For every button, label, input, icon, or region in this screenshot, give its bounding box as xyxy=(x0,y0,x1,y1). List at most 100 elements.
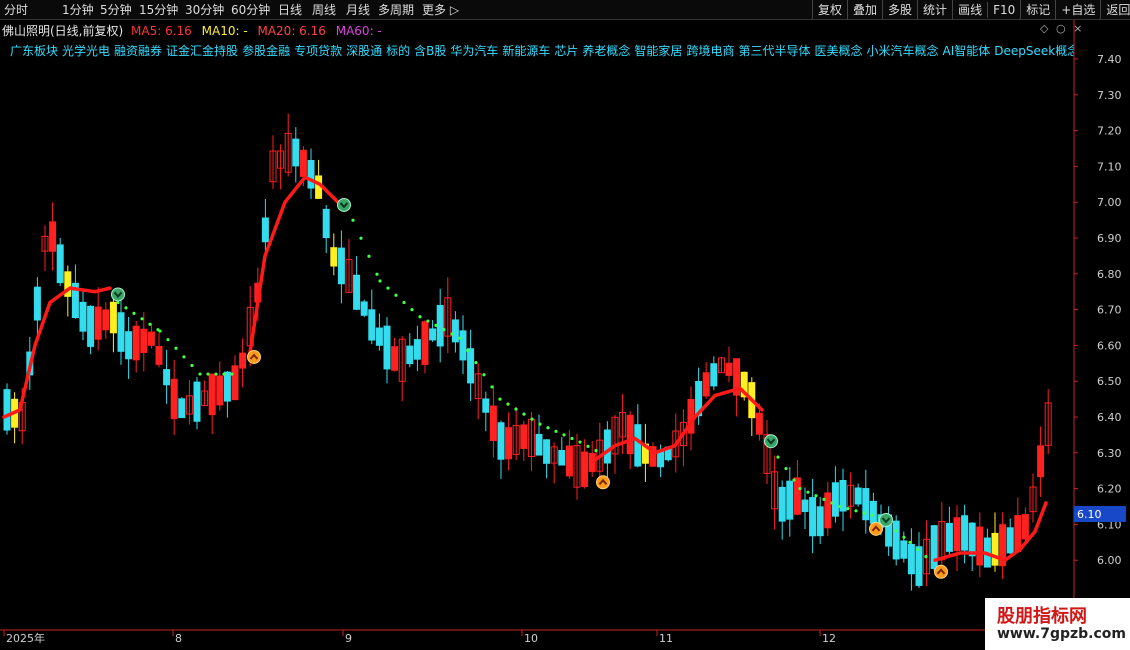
trend-dot xyxy=(367,254,371,258)
candle-body xyxy=(755,412,763,435)
candle-body xyxy=(163,369,171,386)
candle-body xyxy=(429,328,437,341)
candle-body xyxy=(1014,515,1022,552)
candle-body xyxy=(1021,514,1029,540)
trend-dot xyxy=(410,308,414,312)
candle-body xyxy=(459,330,467,361)
ma-line-segment xyxy=(248,174,340,355)
current-price-label: 6.10 xyxy=(1077,508,1102,521)
trend-dot xyxy=(222,372,226,376)
candle-body xyxy=(588,452,596,472)
price-label: 6.60 xyxy=(1097,339,1122,352)
trend-dot xyxy=(206,372,210,376)
candle-body xyxy=(824,492,832,529)
trend-dot xyxy=(822,497,826,501)
trend-dot xyxy=(450,332,454,336)
trend-dot xyxy=(402,300,406,305)
candle-body xyxy=(869,500,877,524)
trend-dot xyxy=(351,218,355,222)
trend-dot xyxy=(838,504,842,509)
trend-dot xyxy=(490,385,494,389)
time-label: 8 xyxy=(175,632,182,645)
trend-dot xyxy=(586,444,590,448)
candle-body xyxy=(505,427,513,460)
candle-body xyxy=(565,445,573,477)
candle-body xyxy=(535,433,543,456)
price-label: 7.20 xyxy=(1097,125,1122,138)
trend-dot xyxy=(908,540,912,544)
trend-dot xyxy=(498,397,502,401)
candle-body xyxy=(634,424,642,467)
trend-dot xyxy=(442,328,446,332)
time-label: 12 xyxy=(822,632,836,645)
trend-dot xyxy=(214,372,218,376)
candle-body xyxy=(383,325,391,370)
candle-body xyxy=(968,522,976,557)
candle-body xyxy=(467,348,475,384)
candle-body xyxy=(543,439,551,464)
candle-body xyxy=(178,398,186,419)
candle-body xyxy=(702,372,710,397)
candle-body xyxy=(368,309,376,341)
trend-dot xyxy=(546,426,550,430)
trend-dot xyxy=(148,322,152,326)
kline-chart[interactable]: 7.40 7.30 7.20 7.10 7.00 6.90 6.80 6.70 6.60 6.50… xyxy=(0,0,1130,650)
trend-dot xyxy=(190,363,194,368)
price-label: 7.40 xyxy=(1097,53,1122,66)
candle-body xyxy=(102,309,110,331)
price-label: 6.80 xyxy=(1097,268,1122,281)
candle-body xyxy=(892,520,900,560)
candle-body xyxy=(482,398,490,413)
trend-dot xyxy=(792,478,796,482)
candle-body xyxy=(436,304,444,347)
trend-dot xyxy=(514,407,518,411)
candle-body xyxy=(330,247,338,267)
watermark: 股朋指标网 www.7gpzb.com xyxy=(985,598,1130,650)
candle-body xyxy=(155,346,163,365)
trend-dot xyxy=(434,323,438,327)
candle-body xyxy=(94,306,102,340)
trend-dot xyxy=(538,422,542,426)
candle-body xyxy=(56,244,64,284)
trend-dot xyxy=(458,336,462,340)
candle-body xyxy=(725,362,733,376)
trend-dot xyxy=(418,315,422,319)
price-label: 6.70 xyxy=(1097,304,1122,317)
candle-body xyxy=(930,525,938,569)
trend-dot xyxy=(854,509,858,513)
time-label: 10 xyxy=(524,632,538,645)
candle-body xyxy=(900,540,908,559)
candle-body xyxy=(261,217,269,243)
price-label: 6.50 xyxy=(1097,375,1122,388)
trend-dot xyxy=(140,317,144,321)
candle-body xyxy=(140,328,148,354)
price-label: 7.30 xyxy=(1097,89,1122,102)
candle-body xyxy=(421,321,429,365)
trend-dot xyxy=(570,436,574,441)
candle-body xyxy=(710,363,718,387)
candle-body xyxy=(147,331,155,346)
trend-dot xyxy=(798,487,802,491)
trend-dot xyxy=(174,346,178,350)
buy-signal-icon xyxy=(934,564,948,579)
candle-body xyxy=(558,449,566,466)
trend-dot xyxy=(466,348,470,353)
price-label: 6.90 xyxy=(1097,232,1122,245)
candle-body xyxy=(79,301,87,332)
trend-dot xyxy=(862,511,866,515)
trend-dot xyxy=(124,306,128,310)
trend-dot xyxy=(554,429,558,433)
candle-body xyxy=(132,325,140,361)
candle-body xyxy=(915,546,923,586)
candle-body xyxy=(778,486,786,522)
time-label: 2025年 xyxy=(6,631,45,645)
candle-body xyxy=(231,365,239,401)
trend-dot xyxy=(776,455,780,459)
candle-body xyxy=(953,517,961,552)
candle-body xyxy=(581,451,589,487)
candle-body xyxy=(976,526,984,566)
candle-body xyxy=(1006,527,1014,554)
candle-body xyxy=(854,487,862,505)
candle-body xyxy=(816,506,824,537)
candle-body xyxy=(208,373,216,416)
